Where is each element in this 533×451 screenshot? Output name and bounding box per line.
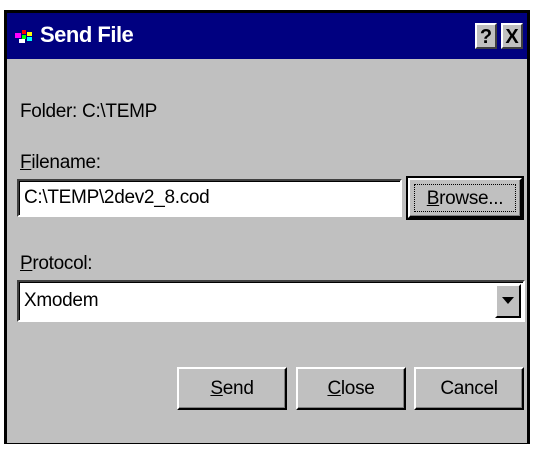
cancel-label: Cancel (440, 378, 498, 399)
filename-label: Filename: (20, 152, 101, 174)
help-button[interactable]: ? (475, 23, 497, 49)
help-button-label: ? (479, 26, 493, 48)
protocol-label: Protocol: (20, 253, 93, 275)
chevron-down-icon (502, 297, 514, 304)
folder-path: C:\TEMP (82, 101, 157, 122)
filename-label-rest: ilename: (31, 152, 101, 173)
browse-button[interactable]: Browse... (406, 176, 524, 220)
close-accel: C (327, 378, 341, 399)
close-window-label: X (505, 26, 519, 48)
send-file-dialog: Send File ? X Folder: C:\TEMP Filename: … (4, 10, 530, 444)
send-button[interactable]: Send (177, 367, 287, 410)
protocol-label-accel: P (20, 253, 33, 274)
protocol-select[interactable]: Xmodem (17, 280, 525, 322)
filename-label-accel: F (20, 152, 32, 173)
close-rest: lose (340, 378, 375, 399)
protocol-selected-value: Xmodem (24, 290, 99, 311)
title-bar[interactable]: Send File ? X (7, 13, 527, 59)
folder-prefix: Folder: (20, 101, 78, 122)
filename-value: C:\TEMP\2dev2_8.cod (24, 187, 210, 208)
browse-accel: B (426, 188, 440, 209)
folder-label: Folder: C:\TEMP (20, 101, 157, 123)
close-button[interactable]: Close (296, 367, 406, 410)
browse-focus-rect: Browse... (414, 184, 516, 212)
send-rest: end (222, 378, 254, 399)
app-icon (15, 30, 32, 43)
close-window-button[interactable]: X (501, 23, 523, 49)
cancel-button[interactable]: Cancel (414, 367, 524, 410)
protocol-label-rest: rotocol: (32, 253, 93, 274)
browse-rest: rowse... (439, 188, 504, 209)
filename-field[interactable]: C:\TEMP\2dev2_8.cod (17, 179, 402, 217)
dropdown-button[interactable] (495, 284, 521, 318)
send-accel: S (210, 378, 223, 399)
window-title: Send File (40, 22, 134, 47)
